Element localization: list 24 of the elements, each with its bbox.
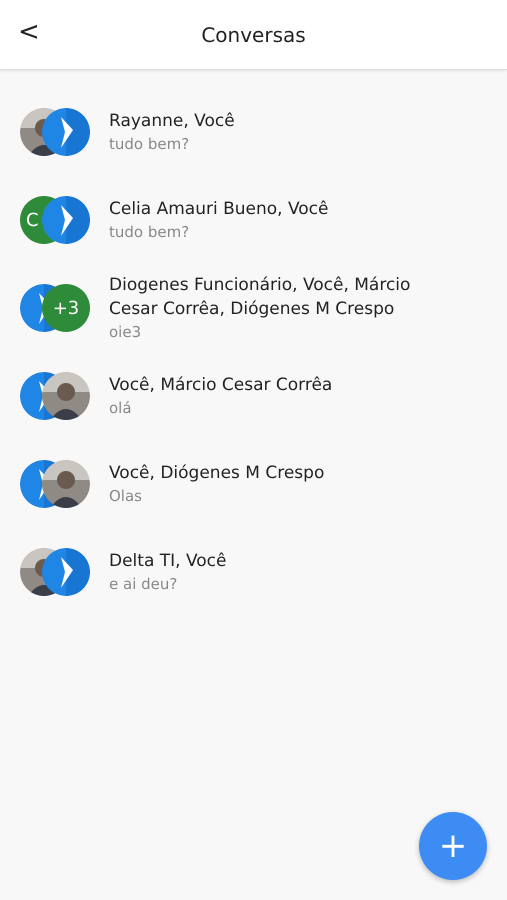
message-preview: Olas bbox=[109, 486, 143, 507]
conversation-item[interactable]: Delta TI, Você e ai deu? bbox=[0, 528, 507, 616]
logo-avatar bbox=[42, 108, 90, 156]
conversation-title: Celia Amauri Bueno, Você bbox=[109, 198, 330, 221]
message-preview: olá bbox=[109, 398, 133, 419]
logo-avatar bbox=[42, 196, 90, 244]
conversation-title: Delta TI, Você bbox=[109, 550, 228, 573]
count-badge: +3 bbox=[42, 284, 90, 332]
message-preview: oie3 bbox=[109, 322, 142, 343]
conversation-title: Você, Diógenes M Crespo bbox=[109, 462, 326, 485]
conversation-item[interactable]: Você, Márcio Cesar Corrêa olá bbox=[0, 352, 507, 440]
back-button[interactable]: < bbox=[14, 17, 44, 47]
conversation-title: Você, Márcio Cesar Corrêa bbox=[109, 374, 334, 397]
conversation-title: Diogenes Funcionário, Você, Márcio Cesar Corrêa, Diógenes M Crespo bbox=[109, 274, 412, 321]
conversation-title: Rayanne, Você bbox=[109, 110, 236, 133]
conversation-item[interactable]: C Celia Amauri Bueno, Você tudo bem? bbox=[0, 176, 507, 264]
conversation-item[interactable]: Rayanne, Você tudo bem? bbox=[0, 88, 507, 176]
message-preview: tudo bem? bbox=[109, 222, 190, 243]
conversation-item[interactable]: Você, Diógenes M Crespo Olas bbox=[0, 440, 507, 528]
conversation-item[interactable]: +3 Diogenes Funcionário, Você, Márcio Cesar Corrêa, Diógenes M Crespo oie3 bbox=[0, 264, 507, 352]
message-preview: tudo bem? bbox=[109, 134, 190, 155]
logo-avatar bbox=[42, 548, 90, 596]
message-preview: e ai deu? bbox=[109, 574, 178, 595]
screen-title: Conversas bbox=[201, 22, 306, 46]
